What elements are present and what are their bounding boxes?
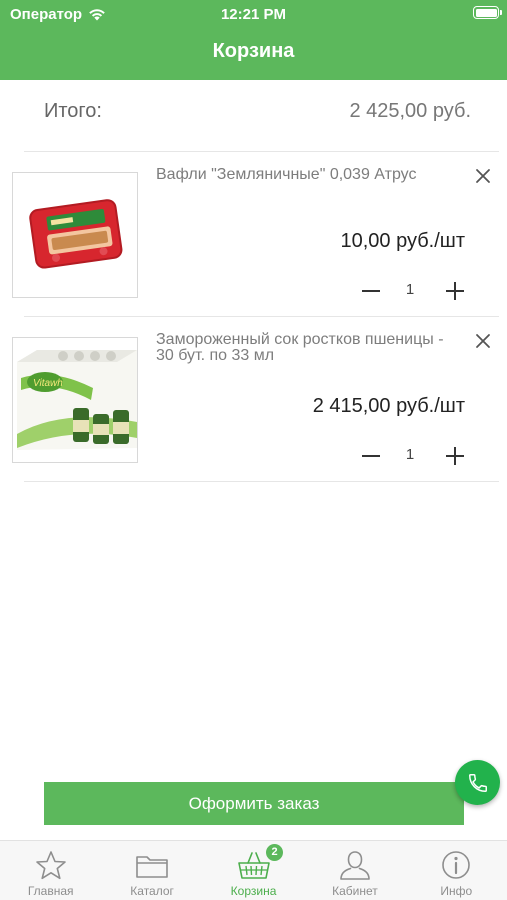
close-icon: [476, 334, 490, 348]
tab-account[interactable]: Кабинет: [304, 841, 405, 900]
cart-total: Итого: 2 425,00 руб.: [24, 100, 471, 130]
tab-label: Инфо: [440, 884, 473, 898]
juice-box-image: Vitawh: [17, 350, 137, 450]
star-icon: [35, 851, 66, 880]
page-title: Корзина: [212, 40, 295, 62]
total-value: 2 425,00 руб.: [349, 100, 471, 122]
quantity-value: 1: [405, 446, 415, 463]
info-icon: [442, 851, 471, 879]
call-button[interactable]: [455, 760, 500, 805]
decrease-quantity-button[interactable]: [361, 446, 381, 466]
phone-icon: [468, 773, 487, 792]
tab-cart[interactable]: Корзина: [203, 841, 304, 900]
remove-item-button[interactable]: [475, 333, 491, 349]
decrease-quantity-button[interactable]: [361, 281, 381, 301]
product-price: 2 415,00 руб./шт: [312, 395, 465, 417]
app-header: Оператор 12:21 PM Корзина: [0, 0, 507, 80]
cart-item: Вафли "Земляничные" 0,039 Атрус 10,00 ру…: [0, 152, 507, 317]
plus-icon: [446, 282, 464, 300]
tab-label: Каталог: [130, 884, 174, 898]
product-name[interactable]: Замороженный сок ростков пшеницы - 30 бу…: [156, 332, 456, 364]
product-image[interactable]: Vitawh: [12, 337, 138, 463]
tab-label: Главная: [27, 884, 74, 898]
status-time: 12:21 PM: [220, 6, 287, 23]
tab-home[interactable]: Главная: [0, 841, 101, 900]
divider: [24, 481, 499, 482]
svg-text:Vitawh: Vitawh: [33, 378, 63, 389]
minus-icon: [362, 290, 380, 292]
cart-count-badge: 2: [266, 844, 283, 861]
status-bar: Оператор 12:21 PM: [0, 0, 507, 30]
tab-label: Кабинет: [332, 884, 378, 898]
quantity-value: 1: [405, 281, 415, 298]
user-icon: [340, 851, 370, 880]
product-image[interactable]: [12, 172, 138, 298]
close-icon: [476, 169, 490, 183]
battery-icon: [473, 6, 502, 19]
product-price: 10,00 руб./шт: [340, 230, 465, 252]
tab-catalog[interactable]: Каталог: [101, 841, 202, 900]
waffles-image: [29, 199, 123, 269]
product-name[interactable]: Вафли "Земляничные" 0,039 Атрус: [156, 167, 456, 183]
increase-quantity-button[interactable]: [445, 281, 465, 301]
remove-item-button[interactable]: [475, 168, 491, 184]
total-label: Итого:: [44, 100, 102, 122]
folder-icon: [136, 856, 168, 878]
tab-label: Корзина: [230, 884, 277, 898]
increase-quantity-button[interactable]: [445, 446, 465, 466]
minus-icon: [362, 455, 380, 457]
quantity-stepper: 1: [361, 444, 465, 468]
quantity-stepper: 1: [361, 279, 465, 303]
checkout-button[interactable]: Оформить заказ: [44, 782, 464, 825]
cart-item: Vitawh Замороженный сок ростков пшеницы …: [0, 317, 507, 482]
tab-info[interactable]: Инфо: [406, 841, 507, 900]
plus-icon: [446, 447, 464, 465]
tab-bar: Главная Каталог Корзина Кабинет Инфо: [0, 840, 507, 900]
